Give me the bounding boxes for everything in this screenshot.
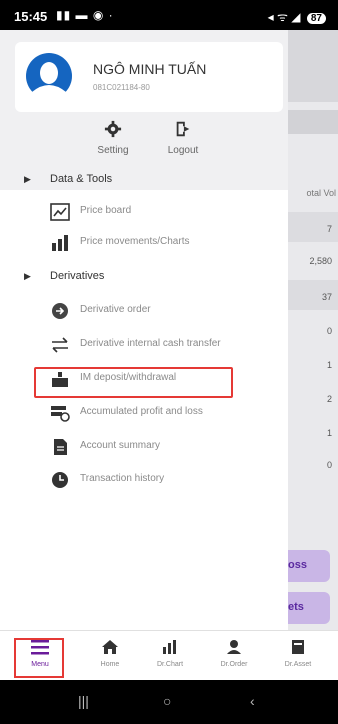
profit-loss-icon — [51, 406, 70, 422]
profile-card[interactable]: NGÔ MINH TUẤN 081C021184-80 — [15, 42, 283, 112]
section-title: Data & Tools — [50, 173, 113, 185]
order-arrow-icon — [52, 303, 68, 319]
gear-icon — [104, 120, 122, 138]
bg-band — [280, 110, 338, 134]
bg-value: 7 — [326, 224, 332, 234]
status-bar: 15:45 ▮▮ ▬ ◉ · ◂ ᯤ ◢ 87 — [0, 0, 338, 30]
avatar-icon — [26, 53, 72, 100]
nav-drorder[interactable]: Dr.Order — [204, 631, 264, 681]
system-icons: ◂ ᯤ ◢ 87 — [268, 8, 326, 25]
menu-item-derivative-order[interactable]: Derivative order — [0, 296, 288, 326]
bg-value: 2 — [326, 394, 332, 404]
menu-item-internal-transfer[interactable]: Derivative internal cash transfer — [0, 330, 288, 360]
user-name: NGÔ MINH TUẤN — [93, 61, 207, 77]
home-button[interactable]: ○ — [163, 693, 171, 709]
logout-icon — [176, 121, 190, 137]
setting-button[interactable]: Setting — [88, 120, 138, 160]
expand-arrow-icon: ▶ — [24, 271, 31, 281]
bg-value: 2,580 — [309, 256, 332, 266]
nav-label: Home — [100, 661, 120, 668]
menu-item-label: Derivative order — [80, 304, 151, 315]
bg-top-band — [280, 30, 338, 102]
logout-label: Logout — [167, 145, 199, 156]
battery-badge: 87 — [306, 13, 326, 24]
nav-home[interactable]: Home — [80, 631, 140, 681]
section-data-tools[interactable]: ▶ Data & Tools — [0, 165, 288, 195]
bg-value: 37 — [321, 292, 332, 302]
menu-item-label: Transaction history — [80, 473, 165, 484]
menu-item-label: Accumulated profit and loss — [80, 406, 203, 417]
nav-label: Dr.Chart — [156, 661, 184, 668]
android-navigation-bar: ||| ○ ‹ — [0, 682, 338, 724]
menu-item-account-summary[interactable]: Account summary — [0, 432, 288, 462]
logout-button[interactable]: Logout — [158, 120, 208, 160]
summary-document-icon — [54, 439, 67, 455]
menu-item-label: Price board — [80, 205, 132, 216]
menu-item-label: Price movements/Charts — [80, 236, 190, 247]
recents-button[interactable]: ||| — [78, 693, 89, 709]
nav-label: Dr.Order — [220, 661, 248, 668]
expand-arrow-icon: ▶ — [24, 174, 31, 184]
menu-item-accumulated-pl[interactable]: Accumulated profit and loss — [0, 398, 288, 428]
bar-chart-icon — [52, 235, 68, 251]
setting-label: Setting — [97, 145, 129, 156]
menu-highlight — [14, 638, 64, 678]
section-title: Derivatives — [50, 270, 105, 282]
transfer-icon — [52, 337, 68, 353]
asset-icon — [292, 640, 304, 654]
home-icon — [102, 640, 118, 654]
notification-icons: ▮▮ ▬ ◉ · — [56, 8, 114, 22]
bg-value: 0 — [326, 326, 332, 336]
account-id: 081C021184-80 — [93, 83, 150, 92]
back-button[interactable]: ‹ — [250, 693, 255, 709]
nav-drasset[interactable]: Dr.Asset — [268, 631, 328, 681]
bg-value: 1 — [326, 428, 332, 438]
nav-drchart[interactable]: Dr.Chart — [140, 631, 200, 681]
bg-column-header: otal Vol — [306, 188, 336, 198]
navigation-drawer: NGÔ MINH TUẤN 081C021184-80 Setting Logo… — [0, 30, 288, 630]
menu-item-transaction-history[interactable]: Transaction history — [0, 465, 288, 495]
status-time: 15:45 — [14, 9, 48, 24]
order-icon — [227, 640, 241, 654]
section-derivatives[interactable]: ▶ Derivatives — [0, 262, 288, 292]
accumulated-pl-highlight — [34, 367, 233, 398]
menu-item-label: Derivative internal cash transfer — [80, 338, 221, 349]
price-board-icon — [50, 203, 70, 221]
chart-icon — [163, 640, 176, 654]
nav-label: Dr.Asset — [284, 661, 312, 668]
clock-icon — [52, 472, 68, 488]
menu-item-label: Account summary — [80, 440, 161, 451]
bg-value: 1 — [326, 360, 332, 370]
menu-item-price-board[interactable]: Price board — [0, 197, 288, 227]
menu-item-price-movements[interactable]: Price movements/Charts — [0, 228, 288, 258]
bg-value: 0 — [326, 460, 332, 470]
